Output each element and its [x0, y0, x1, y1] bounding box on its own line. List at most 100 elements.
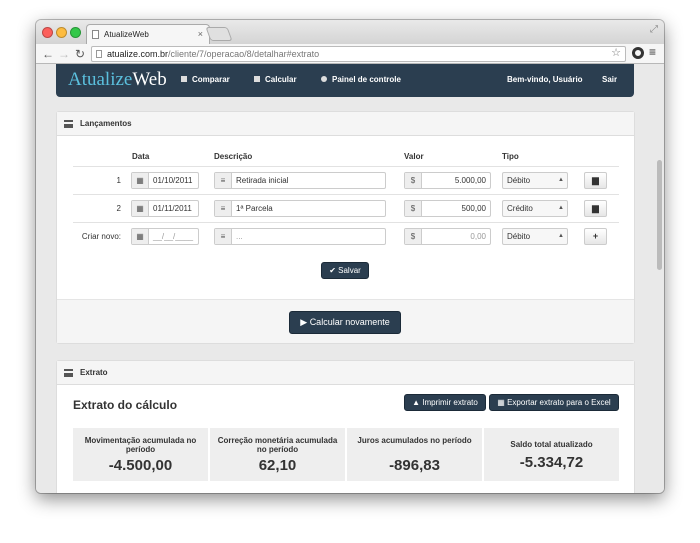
add-row-button[interactable]: + [584, 228, 607, 245]
navbar: AtualizeWeb Comparar Calcular Painel de … [56, 64, 634, 97]
nav-painel[interactable]: Painel de controle [321, 75, 401, 84]
date-field[interactable]: ▦ 01/11/2011 [131, 200, 199, 217]
stat-value: -896,83 [389, 457, 440, 474]
description-field[interactable]: ≡ 1ª Parcela [214, 200, 386, 217]
date-value: 01/10/2011 [153, 176, 193, 185]
salvar-button[interactable]: ✔ Salvar [321, 262, 369, 279]
col-header-descricao: Descrição [214, 152, 253, 161]
new-tipo-select[interactable]: Débito ▲ [502, 228, 568, 245]
align-left-icon: ≡ [215, 173, 232, 188]
brand-part2: Web [132, 69, 167, 90]
stat-card: Saldo total atualizado -5.334,72 [484, 428, 619, 481]
nav-painel-label: Painel de controle [332, 75, 401, 84]
stat-label: Correção monetária acumulada no período [217, 436, 338, 454]
new-tab-button[interactable] [205, 27, 233, 41]
stat-card: Movimentação acumulada no período -4.500,… [73, 428, 208, 481]
delete-row-button[interactable]: ▆ [584, 172, 607, 189]
select-arrows-icon: ▲ [558, 233, 564, 239]
new-date-field[interactable]: ▦ __/__/____ [131, 228, 199, 245]
row-divider [73, 194, 619, 195]
stat-card: Juros acumulados no período -896,83 [347, 428, 482, 481]
page-viewport: AtualizeWeb Comparar Calcular Painel de … [36, 64, 664, 493]
extension-icon[interactable] [632, 47, 644, 59]
check-icon: ✔ [329, 266, 339, 275]
calendar-icon: ▦ [132, 229, 149, 244]
value-field[interactable]: $5.000,00 [404, 172, 491, 189]
table-icon [64, 369, 73, 377]
exportar-button[interactable]: ▦ Exportar extrato para o Excel [489, 394, 619, 411]
address-bar[interactable]: atualize.com.br/cliente/7/operacao/8/det… [91, 46, 626, 62]
zoom-window-button[interactable] [70, 27, 81, 38]
fullscreen-icon[interactable]: ⤢ [650, 24, 658, 35]
value-field[interactable]: $500,00 [404, 200, 491, 217]
extrato-panel: Extrato Extrato do cálculo ▲ Imprimir ex… [56, 360, 635, 493]
new-description-field[interactable]: ≡... [214, 228, 386, 245]
currency-addon: $ [405, 173, 422, 188]
tipo-select[interactable]: Crédito ▲ [502, 200, 568, 217]
nav-comparar[interactable]: Comparar [181, 75, 230, 84]
value-amount: 500,00 [461, 204, 486, 213]
imprimir-button[interactable]: ▲ Imprimir extrato [404, 394, 486, 411]
calendar-icon: ▦ [132, 173, 149, 188]
nav-comparar-label: Comparar [192, 75, 230, 84]
lancamentos-header: Lançamentos [57, 112, 634, 136]
row-number: 1 [116, 176, 121, 185]
col-header-tipo: Tipo [502, 152, 519, 161]
tipo-select[interactable]: Débito ▲ [502, 172, 568, 189]
brand-logo[interactable]: AtualizeWeb [68, 69, 167, 91]
row-number: 2 [116, 204, 121, 213]
menu-icon[interactable]: ≡ [649, 45, 656, 59]
print-icon: ▲ [412, 398, 423, 407]
nav-calcular[interactable]: Calcular [254, 75, 297, 84]
description-value: Retirada inicial [236, 176, 289, 185]
forward-arrow-icon[interactable]: → [58, 46, 70, 62]
calcular-novamente-button[interactable]: ▶ Calcular novamente [289, 311, 401, 334]
delete-row-button[interactable]: ▆ [584, 200, 607, 217]
table-icon [254, 76, 260, 82]
trash-icon: ▆ [592, 175, 599, 185]
back-arrow-icon[interactable]: ← [42, 46, 54, 62]
browser-tab[interactable]: AtualizeWeb × [86, 24, 210, 44]
stat-card: Correção monetária acumulada no período 6… [210, 428, 345, 481]
stat-value: -4.500,00 [108, 457, 173, 474]
nav-welcome[interactable]: Bem-vindo, Usuário [507, 75, 583, 84]
extrato-title: Extrato [80, 368, 108, 377]
bookmark-star-icon[interactable]: ☆ [611, 46, 621, 60]
lancamentos-title: Lançamentos [80, 119, 132, 128]
col-header-valor: Valor [404, 152, 424, 161]
picture-icon [181, 76, 187, 82]
nav-calcular-label: Calcular [265, 75, 297, 84]
stat-label: Movimentação acumulada no período [84, 436, 197, 454]
close-tab-icon[interactable]: × [198, 25, 203, 44]
minimize-window-button[interactable] [56, 27, 67, 38]
nav-sair[interactable]: Sair [602, 75, 617, 84]
scrollbar[interactable] [657, 160, 662, 270]
new-description-placeholder: ... [236, 232, 243, 241]
align-left-icon: ≡ [215, 229, 232, 244]
lancamentos-footer: ▶ Calcular novamente [57, 299, 634, 343]
new-value-field[interactable]: $0,00 [404, 228, 491, 245]
date-value: 01/11/2011 [153, 204, 192, 213]
table-icon: ▦ [497, 398, 508, 407]
imprimir-label: Imprimir extrato [422, 398, 478, 407]
value-amount: 5.000,00 [454, 176, 486, 185]
stat-value: 62,10 [258, 457, 297, 474]
extrato-heading: Extrato do cálculo [73, 398, 178, 412]
calendar-icon: ▦ [132, 201, 149, 216]
browser-window: AtualizeWeb × ⤢ ← → ↻ atualize.com.br/cl… [36, 20, 664, 493]
close-window-button[interactable] [42, 27, 53, 38]
row-divider [73, 222, 619, 223]
exportar-label: Exportar extrato para o Excel [507, 398, 611, 407]
tipo-value: Crédito [507, 204, 533, 213]
salvar-label: Salvar [338, 266, 361, 275]
stat-label: Saldo total atualizado [510, 440, 593, 449]
col-header-data: Data [132, 152, 150, 161]
description-field[interactable]: ≡ Retirada inicial [214, 172, 386, 189]
page-icon [92, 30, 99, 39]
tab-title: AtualizeWeb [104, 30, 149, 39]
tipo-value: Débito [507, 176, 531, 185]
date-field[interactable]: ▦ 01/10/2011 [131, 172, 199, 189]
extrato-header: Extrato [57, 361, 634, 385]
reload-icon[interactable]: ↻ [75, 46, 85, 62]
list-icon [64, 120, 73, 128]
